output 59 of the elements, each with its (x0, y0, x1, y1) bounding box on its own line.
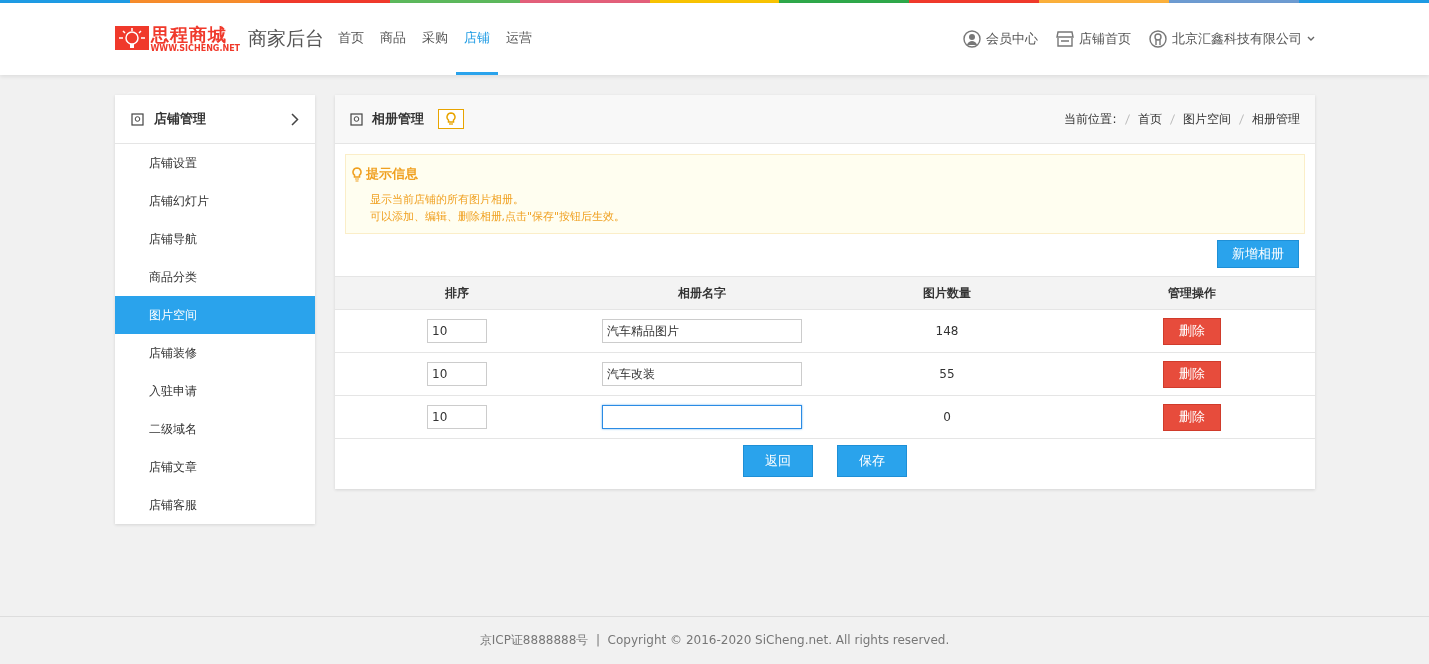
panel-title: 相册管理 (371, 110, 424, 128)
separator-icon (1238, 113, 1244, 125)
sidebar-item[interactable]: 店铺幻灯片 (114, 182, 315, 220)
lightbulb-icon (445, 112, 456, 126)
column-header: 管理操作 (1069, 276, 1315, 310)
breadcrumb-link[interactable]: 首页 (1137, 110, 1162, 128)
store-icon (1055, 31, 1074, 47)
frame-icon (349, 112, 363, 126)
album-name-input[interactable] (602, 405, 802, 429)
column-header: 图片数量 (824, 276, 1070, 310)
breadcrumb-label: 当前位置: (1064, 110, 1117, 128)
nav-tab[interactable]: 采购 (414, 3, 457, 75)
footer-text: 京ICP证8888888号 | Copyright © 2016-2020 SiCheng.net. All rights reserved. (479, 632, 950, 649)
logo-icon (114, 26, 149, 52)
order-input[interactable]: 10 (427, 362, 487, 386)
delete-button[interactable]: 删除 (1163, 360, 1221, 388)
sidebar-item[interactable]: 入驻申请 (114, 372, 315, 410)
tip-title: 提示信息 (365, 165, 418, 183)
lightbulb-icon (351, 166, 362, 182)
sidebar-item[interactable]: 店铺文章 (114, 448, 315, 486)
tip-toggle-button[interactable] (437, 109, 464, 129)
delete-button[interactable]: 删除 (1163, 317, 1221, 345)
frame-icon (130, 112, 144, 126)
breadcrumb-link[interactable]: 相册管理 (1251, 110, 1300, 128)
image-count: 55 (939, 367, 955, 381)
chevron-icon[interactable] (290, 112, 299, 126)
sidebar-item[interactable]: 店铺导航 (114, 220, 315, 258)
sidebar-title: 店铺管理 (153, 110, 207, 128)
nav-tab[interactable]: 首页 (330, 3, 373, 75)
separator-icon (1169, 113, 1175, 125)
album-name-input[interactable]: 汽车改装 (602, 362, 802, 386)
header-link[interactable]: 会员中心 (962, 30, 1038, 48)
image-count: 0 (943, 410, 951, 424)
image-count: 148 (935, 324, 959, 338)
site-title: 商家后台 (248, 26, 325, 51)
breadcrumb-link[interactable]: 图片空间 (1182, 110, 1231, 128)
logo-name: 思程商城 (150, 25, 227, 44)
separator-icon (1124, 113, 1130, 125)
nav-tab[interactable]: 商品 (372, 3, 415, 75)
sidebar-item[interactable]: 店铺客服 (114, 486, 315, 524)
order-input[interactable]: 10 (427, 319, 487, 343)
nav-tab[interactable]: 运营 (498, 3, 541, 75)
tip-text: 可以添加、编辑、删除相册,点击"保存"按钮后生效。 (368, 209, 627, 225)
account-icon (1148, 30, 1167, 48)
user-icon (962, 30, 981, 48)
header-link[interactable]: 北京汇鑫科技有限公司 (1148, 30, 1315, 48)
order-input[interactable]: 10 (427, 405, 487, 429)
album-name-input[interactable]: 汽车精品图片 (602, 319, 802, 343)
delete-button[interactable]: 删除 (1163, 403, 1221, 431)
caret-icon (1306, 36, 1315, 42)
column-header: 排序 (334, 276, 580, 310)
sidebar-item[interactable]: 店铺设置 (114, 144, 315, 182)
sidebar-item[interactable]: 商品分类 (114, 258, 315, 296)
header-link[interactable]: 店铺首页 (1055, 30, 1131, 48)
tip-text: 显示当前店铺的所有图片相册。 (368, 192, 525, 208)
sidebar-item[interactable]: 二级域名 (114, 410, 315, 448)
column-header: 相册名字 (579, 276, 825, 310)
sidebar-item[interactable]: 店铺装修 (114, 334, 315, 372)
logo-url: WWW.SICHENG.NET (150, 44, 241, 53)
